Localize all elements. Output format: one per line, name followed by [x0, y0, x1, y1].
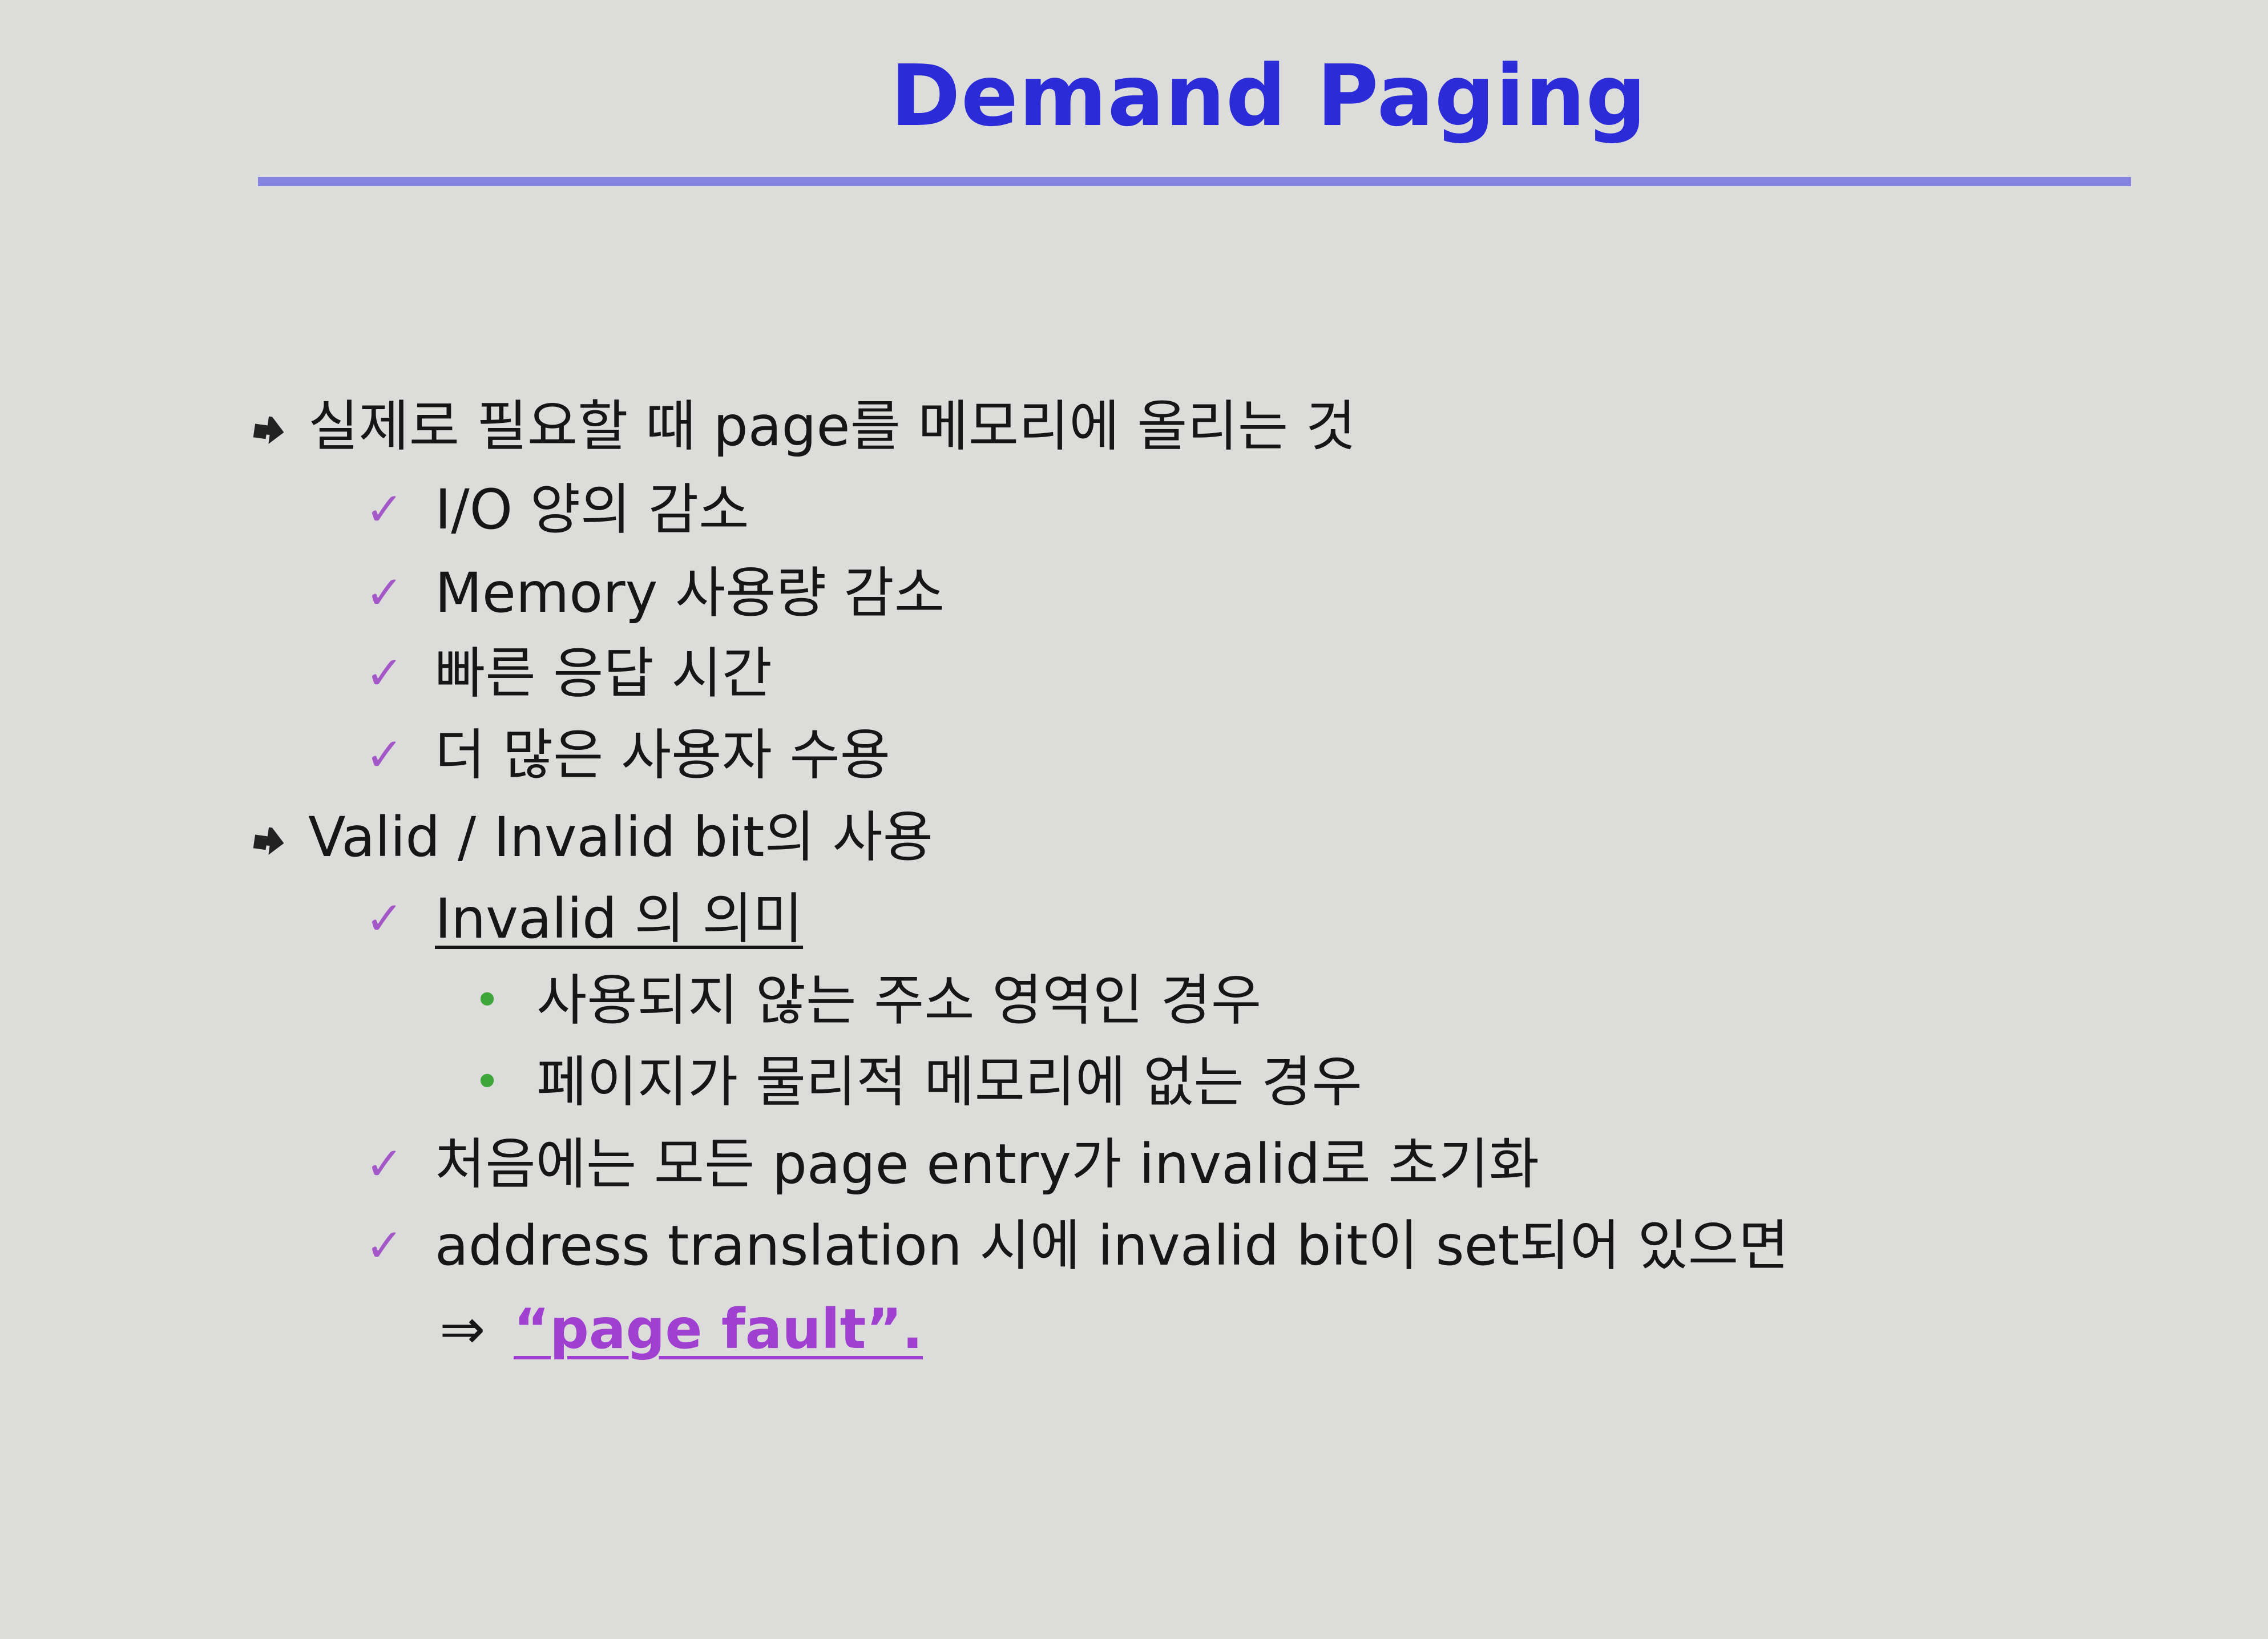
dot-icon: •: [474, 1055, 501, 1108]
bullet-text: 실제로 필요할 때 page를 메모리에 올리는 것: [308, 394, 1356, 458]
dot-text: 사용되지 않는 주소 영역인 경우: [536, 968, 1262, 1032]
check-item: ✓ I/O 양의 감소: [365, 473, 749, 547]
check-text: I/O 양의 감소: [435, 478, 749, 542]
check-item: ✓ Memory 사용량 감소: [365, 556, 945, 630]
check-text: 빠른 응답 시간: [435, 641, 772, 705]
check-item: ✓ 처음에는 모든 page entry가 invalid로 초기화: [365, 1127, 1539, 1201]
check-text: Invalid 의 의미: [435, 887, 804, 951]
bullet-item: 실제로 필요할 때 page를 메모리에 올리는 것: [251, 389, 1356, 463]
dot-item: • 페이지가 물리적 메모리에 없는 경우: [474, 1045, 1362, 1119]
check-text: Memory 사용량 감소: [435, 561, 945, 625]
check-icon: ✓: [365, 566, 404, 619]
check-icon: ✓: [365, 1137, 404, 1190]
check-text: 처음에는 모든 page entry가 invalid로 초기화: [435, 1132, 1540, 1196]
bullet-text: Valid / Invalid bit의 사용: [308, 805, 934, 869]
check-item: ✓ address translation 시에 invalid bit이 set…: [365, 1209, 1789, 1283]
page-fault-link[interactable]: “page fault”.: [514, 1292, 923, 1366]
implies-arrow-icon: ⇒: [439, 1297, 486, 1361]
bullet-item: Valid / Invalid bit의 사용: [251, 800, 933, 874]
check-item: ✓ Invalid 의 의미: [365, 882, 803, 956]
check-item: ✓ 더 많은 사용자 수용: [365, 718, 890, 792]
dot-text: 페이지가 물리적 메모리에 없는 경우: [536, 1050, 1362, 1114]
dot-item: • 사용되지 않는 주소 영역인 경우: [474, 963, 1261, 1038]
check-item: ✓ 빠른 응답 시간: [365, 636, 772, 710]
check-icon: ✓: [365, 483, 404, 536]
check-text: 더 많은 사용자 수용: [435, 723, 891, 787]
check-icon: ✓: [365, 892, 404, 945]
check-icon: ✓: [365, 1219, 404, 1272]
dot-icon: •: [474, 974, 501, 1027]
slide-title: Demand Paging: [890, 47, 1647, 145]
check-icon: ✓: [365, 728, 404, 781]
conclusion-line: ⇒ “page fault”.: [439, 1292, 923, 1366]
arrow-bullet-icon: [251, 800, 308, 874]
check-icon: ✓: [365, 647, 404, 700]
title-divider: [258, 177, 2131, 186]
arrow-bullet-icon: [251, 389, 308, 463]
check-text: address translation 시에 invalid bit이 set되…: [435, 1214, 1789, 1278]
slide: Demand Paging 실제로 필요할 때 page를 메모리에 올리는 것…: [0, 0, 2268, 1639]
